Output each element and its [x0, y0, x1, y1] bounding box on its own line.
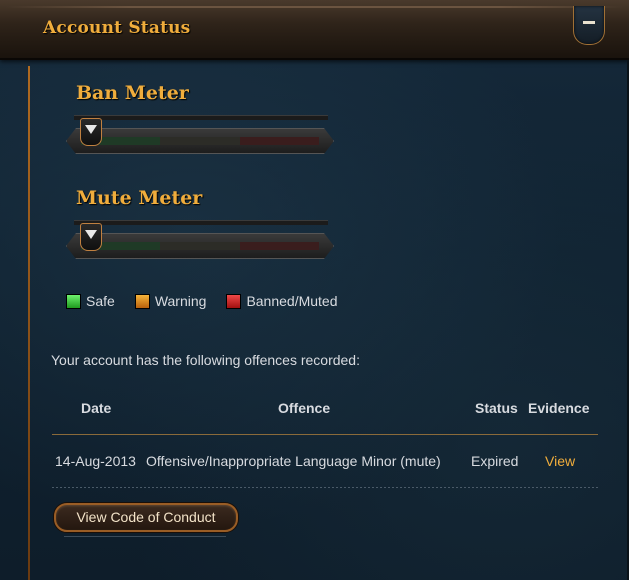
table-header-divider [52, 434, 598, 435]
column-header-evidence: Evidence [528, 400, 590, 416]
mute-meter-marker-icon [80, 223, 102, 251]
column-header-offence: Offence [278, 400, 331, 416]
column-header-status: Status [475, 400, 518, 416]
view-evidence-link[interactable]: View [545, 453, 575, 469]
legend-label-safe: Safe [86, 293, 115, 309]
ban-meter-rail [74, 115, 328, 120]
legend-label-banned: Banned/Muted [246, 293, 338, 309]
account-status-panel: Account Status Ban Meter Mute Meter Safe [0, 0, 629, 580]
legend-item-banned: Banned/Muted [226, 293, 338, 309]
safe-swatch-icon [66, 293, 81, 309]
panel-header: Account Status [0, 0, 629, 60]
mute-meter-rail [74, 220, 328, 225]
minus-icon [583, 21, 595, 24]
offence-description: Offensive/Inappropriate Language Minor (… [146, 453, 441, 469]
side-decoration [28, 66, 30, 580]
ban-meter-title: Ban Meter [76, 82, 189, 104]
column-header-date: Date [81, 400, 112, 416]
offences-intro: Your account has the following offences … [51, 352, 360, 368]
mute-meter-bar [66, 233, 334, 259]
table-row-divider [52, 487, 598, 488]
ban-meter-banned-zone [240, 137, 319, 145]
button-underline [64, 536, 226, 537]
offence-status: Expired [471, 453, 519, 469]
legend-item-warning: Warning [134, 293, 207, 309]
collapse-button[interactable] [573, 6, 605, 45]
panel-title: Account Status [43, 18, 191, 38]
mute-meter-banned-zone [240, 242, 319, 250]
ban-meter-track [81, 137, 319, 145]
legend-item-safe: Safe [66, 293, 115, 309]
offence-date: 14-Aug-2013 [55, 453, 136, 469]
meter-legend: Safe Warning Banned/Muted [66, 293, 358, 309]
legend-label-warning: Warning [154, 293, 207, 309]
ban-meter-marker-icon [80, 118, 102, 146]
mute-meter-title: Mute Meter [76, 187, 203, 209]
ban-meter-bar [66, 128, 334, 154]
mute-meter-warning-zone [160, 242, 239, 250]
warning-swatch-icon [134, 293, 150, 309]
ban-meter-warning-zone [160, 137, 239, 145]
mute-meter-track [81, 242, 319, 250]
banned-swatch-icon [226, 293, 242, 309]
view-code-of-conduct-button[interactable]: View Code of Conduct [54, 503, 238, 532]
